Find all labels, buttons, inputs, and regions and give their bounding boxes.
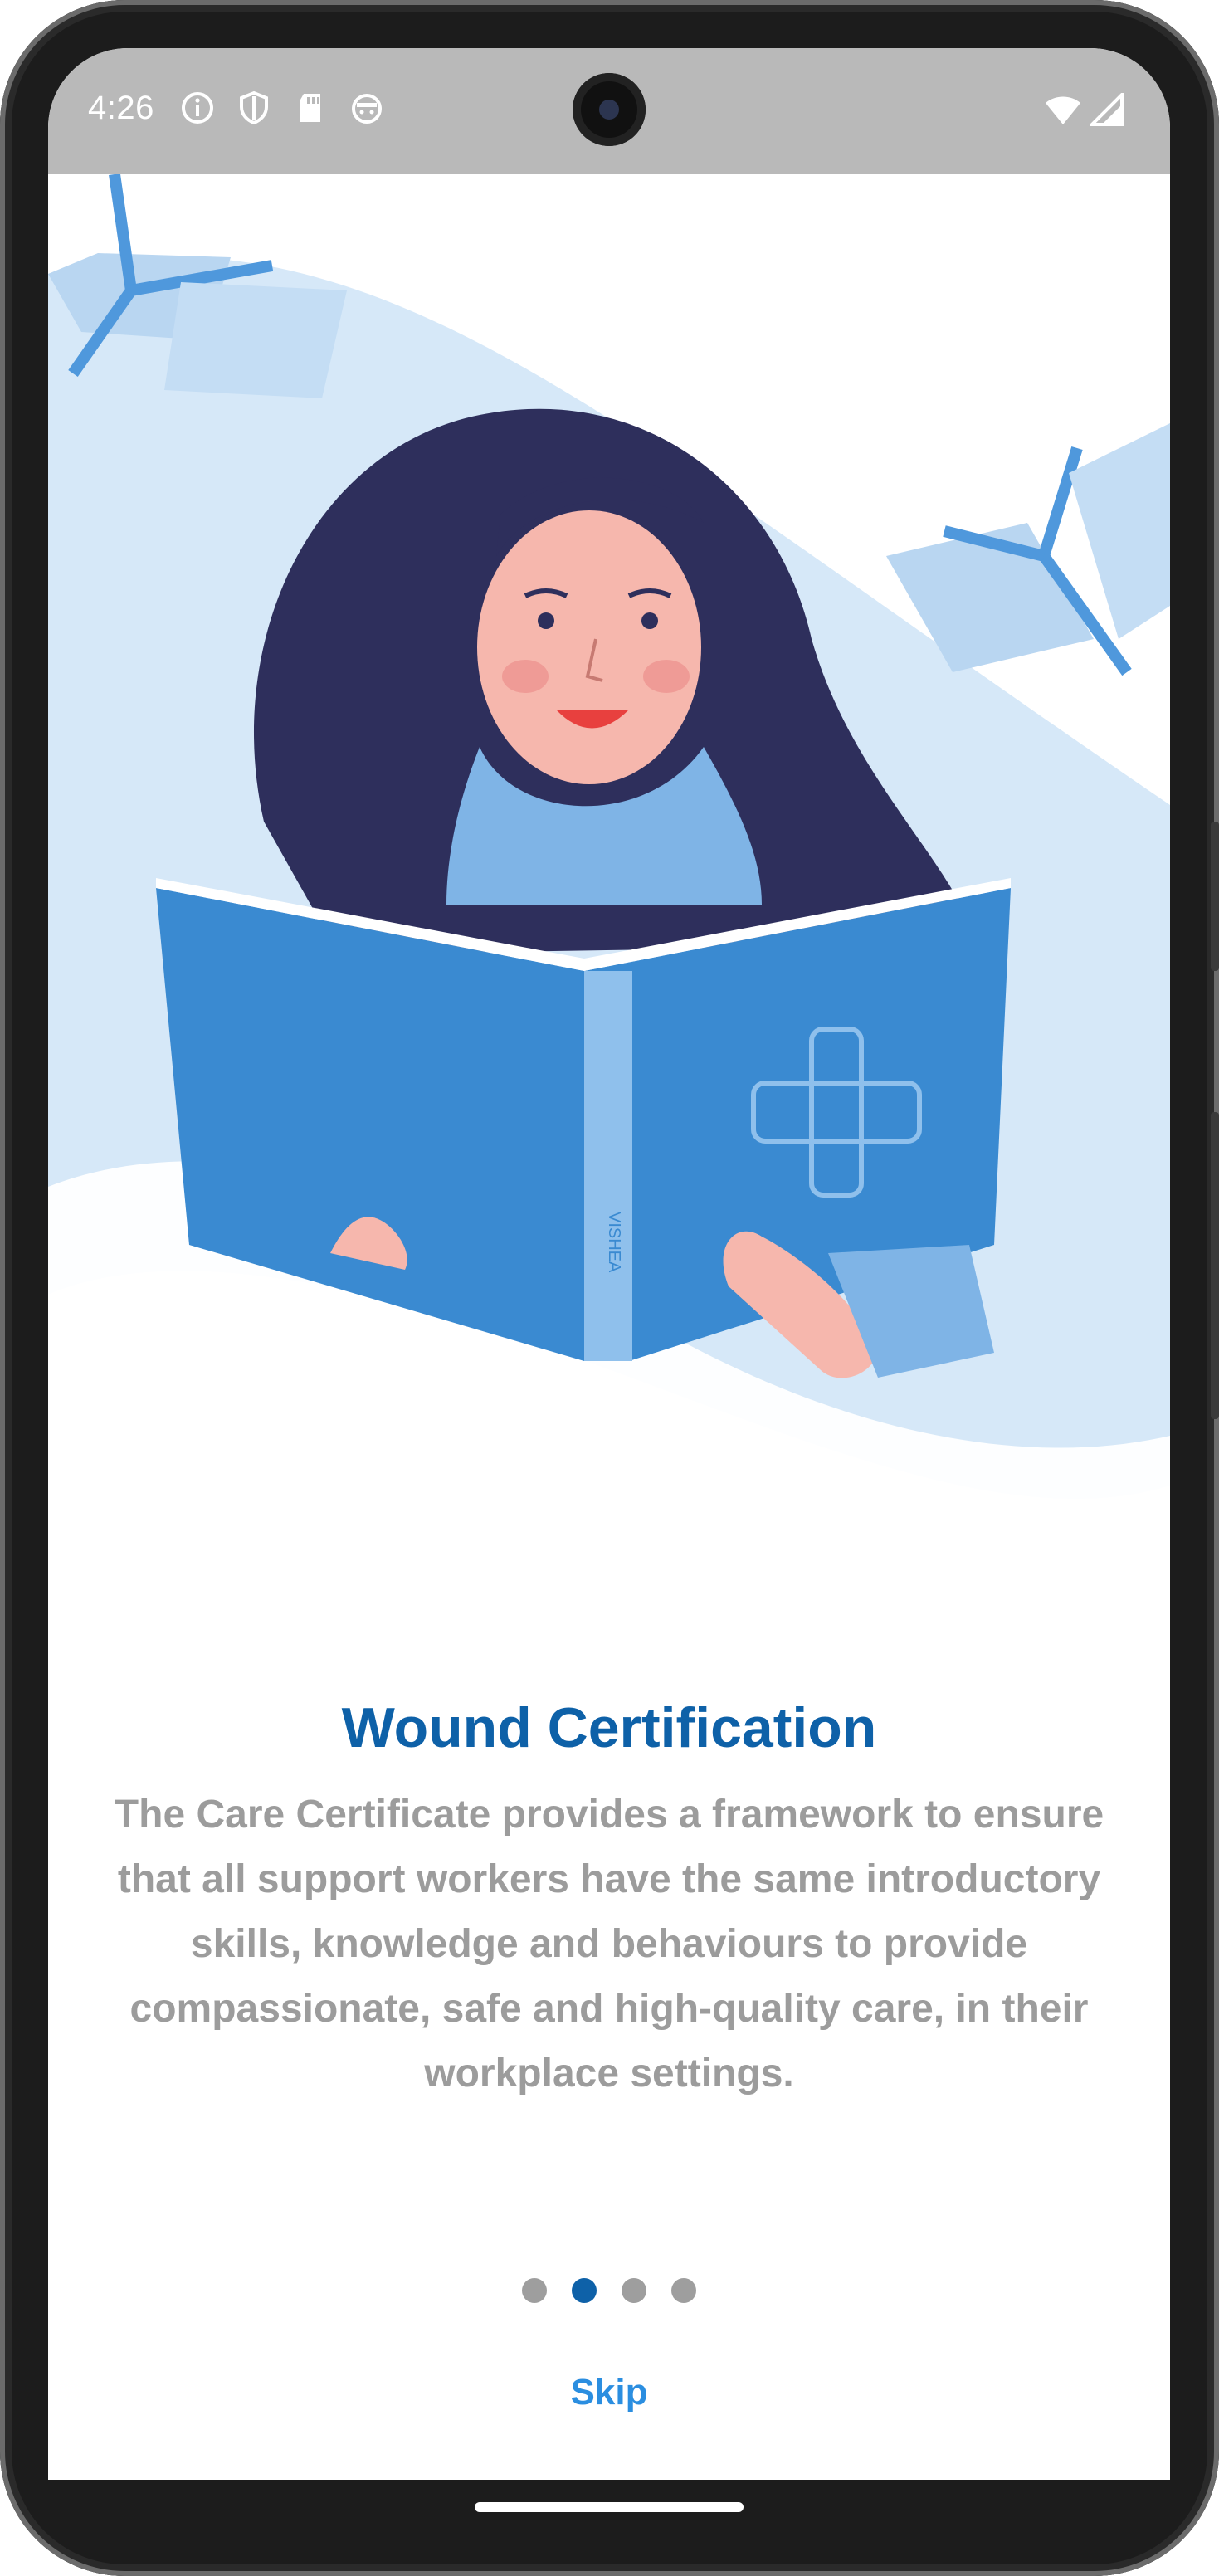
- status-bar: 4:26: [48, 48, 1170, 174]
- page-dot-3[interactable]: [622, 2278, 646, 2303]
- page-dot-1[interactable]: [522, 2278, 547, 2303]
- cat-face-icon: [349, 90, 385, 126]
- info-icon: [179, 90, 216, 126]
- status-icons-right: [1044, 90, 1124, 130]
- onboarding-illustration: VISHEA: [48, 173, 1170, 1627]
- page-indicator: [48, 2278, 1170, 2303]
- sd-card-icon: [292, 90, 329, 126]
- volume-button: [1211, 822, 1219, 971]
- shield-icon: [236, 90, 272, 126]
- status-time: 4:26: [88, 90, 154, 126]
- skip-button[interactable]: Skip: [48, 2372, 1170, 2413]
- onboarding-title: Wound Certification: [341, 1696, 877, 1759]
- phone-frame: 4:26 VISHEA Wound Certification The Care…: [0, 0, 1219, 2576]
- flying-book-right: [886, 423, 1170, 676]
- screen: 4:26 VISHEA Wound Certification The Care…: [48, 48, 1170, 2480]
- home-indicator[interactable]: [475, 2502, 744, 2512]
- svg-text:VISHEA: VISHEA: [605, 1212, 623, 1273]
- face: [477, 510, 701, 784]
- power-button: [1211, 1112, 1219, 1419]
- signal-icon: [1088, 90, 1124, 130]
- page-dot-4[interactable]: [671, 2278, 696, 2303]
- wifi-icon: [1044, 93, 1082, 130]
- onboarding-description: The Care Certificate provides a framewor…: [114, 1793, 1104, 2095]
- page-dot-2[interactable]: [572, 2278, 597, 2303]
- front-camera: [573, 73, 646, 146]
- status-icons-left: [179, 90, 385, 126]
